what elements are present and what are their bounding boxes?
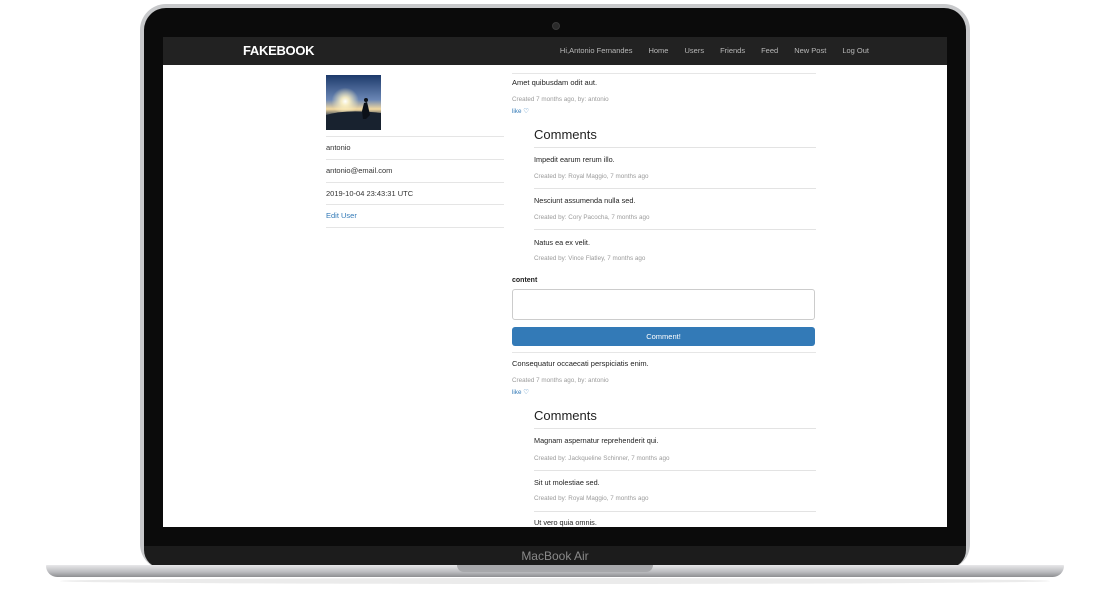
comment-text: Nesciunt assumenda nulla sed. — [534, 196, 636, 205]
comment-text: Ut vero quia omnis. — [534, 518, 597, 527]
comment-submit-button[interactable]: Comment! — [512, 327, 815, 346]
like-button[interactable]: like ♡ — [512, 389, 529, 396]
post-meta: Created 7 months ago, by: antonio — [512, 96, 609, 103]
laptop-notch — [457, 565, 653, 572]
edit-user-row: Edit User — [326, 204, 504, 228]
nav-links: Hi,Antonio Fernandes Home Users Friends … — [560, 46, 869, 55]
comment-meta: Created by: Cory Pacocha, 7 months ago — [534, 214, 650, 221]
nav-new-post[interactable]: New Post — [794, 46, 826, 55]
divider — [534, 147, 816, 148]
divider — [512, 352, 816, 353]
comment-text: Sit ut molestiae sed. — [534, 478, 600, 487]
divider — [534, 188, 816, 189]
divider — [534, 229, 816, 230]
divider — [534, 511, 816, 512]
divider — [534, 428, 816, 429]
laptop-shadow — [60, 578, 1050, 584]
comment-text: Magnam aspernatur reprehenderit qui. — [534, 436, 659, 445]
comment-meta: Created by: Vince Flatley, 7 months ago — [534, 255, 646, 262]
avatar — [326, 75, 381, 130]
avatar-image — [326, 75, 381, 130]
comments-title: Comments — [534, 408, 597, 423]
post-meta: Created 7 months ago, by: antonio — [512, 377, 609, 384]
post-content: Consequatur occaecati perspiciatis enim. — [512, 359, 649, 368]
comment-text: Natus ea ex velit. — [534, 238, 590, 247]
comments-title: Comments — [534, 127, 597, 142]
edit-user-link[interactable]: Edit User — [326, 211, 357, 220]
comment-textarea[interactable] — [512, 289, 815, 320]
camera-icon — [552, 22, 560, 30]
navbar: FAKEBOOK Hi,Antonio Fernandes Home Users… — [163, 37, 947, 65]
browser-screen: FAKEBOOK Hi,Antonio Fernandes Home Users… — [163, 37, 947, 527]
like-button[interactable]: like ♡ — [512, 108, 529, 115]
comment-text: Impedit earum rerum illo. — [534, 155, 615, 164]
comment-meta: Created by: Jackqueline Schinner, 7 mont… — [534, 455, 670, 462]
divider — [512, 73, 816, 74]
nav-log-out[interactable]: Log Out — [842, 46, 869, 55]
profile-username: antonio — [326, 136, 504, 159]
nav-friends[interactable]: Friends — [720, 46, 745, 55]
nav-greeting[interactable]: Hi,Antonio Fernandes — [560, 46, 633, 55]
brand-logo[interactable]: FAKEBOOK — [243, 43, 315, 58]
content-label: content — [512, 277, 538, 284]
nav-users[interactable]: Users — [684, 46, 704, 55]
post-content: Amet quibusdam odit aut. — [512, 78, 598, 87]
comment-meta: Created by: Royal Maggio, 7 months ago — [534, 173, 649, 180]
nav-feed[interactable]: Feed — [761, 46, 778, 55]
divider — [534, 470, 816, 471]
profile-created-at: 2019-10-04 23:43:31 UTC — [326, 182, 504, 205]
profile-email: antonio@email.com — [326, 159, 504, 182]
comment-meta: Created by: Royal Maggio, 7 months ago — [534, 495, 649, 502]
device-label: MacBook Air — [521, 549, 589, 563]
nav-home[interactable]: Home — [648, 46, 668, 55]
